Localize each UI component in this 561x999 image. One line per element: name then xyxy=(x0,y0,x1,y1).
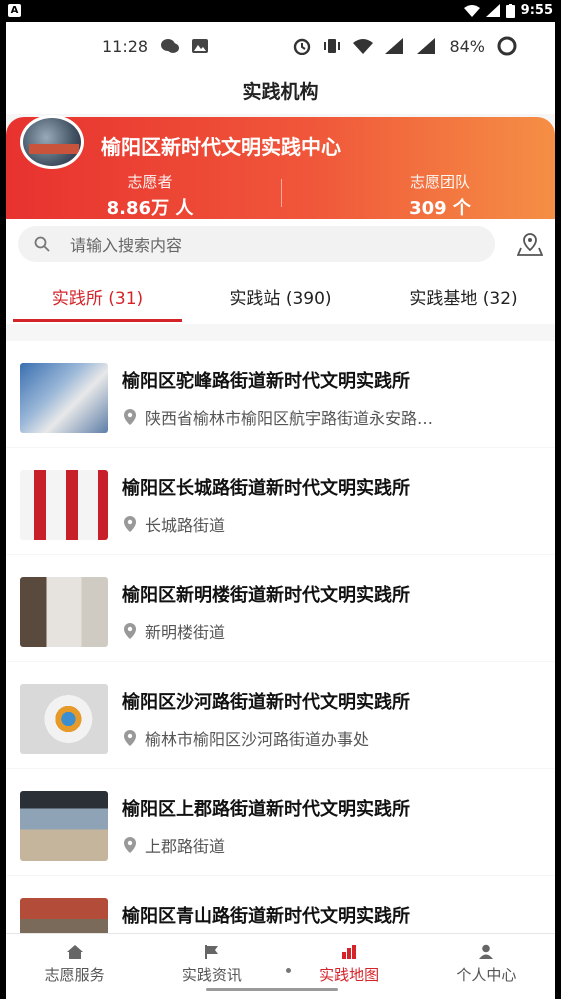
app-notification-icon: A xyxy=(8,4,21,17)
item-thumbnail xyxy=(20,684,108,754)
team-label: 志愿团队 xyxy=(409,173,470,191)
item-address: 陕西省榆林市榆阳区航宇路街道永安路… xyxy=(123,405,433,429)
wifi-icon xyxy=(353,38,374,54)
item-address: 上郡路街道 xyxy=(123,833,225,857)
center-avatar xyxy=(20,115,84,169)
device-clock: 9:55 xyxy=(520,3,553,18)
list-item[interactable]: 榆阳区长城路街道新时代文明实践所 长城路街道 xyxy=(6,448,555,554)
location-pin-icon xyxy=(124,623,136,639)
search-row: 请输入搜索内容 xyxy=(6,219,555,269)
item-thumbnail xyxy=(20,363,108,433)
inner-clock: 11:28 xyxy=(102,36,149,56)
item-address-text: 榆林市榆阳区沙河路街道办事处 xyxy=(145,730,370,749)
signal-5g-icon xyxy=(417,38,436,54)
item-thumbnail xyxy=(20,577,108,647)
battery-percent: 84% xyxy=(449,36,485,56)
app-screen: 11:28 84% 实践机构 榆阳区新时代文明实践中心 志愿者 8.86万 人 … xyxy=(6,22,555,999)
volunteer-stat: 志愿者 8.86万 人 xyxy=(50,171,250,220)
location-pin-icon xyxy=(124,409,136,425)
nav-label: 个人中心 xyxy=(456,966,517,984)
nav-volunteer-service[interactable]: 志愿服务 xyxy=(6,934,143,999)
device-status-bar: A 9:55 xyxy=(0,0,561,22)
item-address: 长城路街道 xyxy=(123,512,225,536)
bottom-nav: 志愿服务 实践资讯 实践地图 个人中心 xyxy=(6,933,555,999)
item-address: 榆林市榆阳区沙河路街道办事处 xyxy=(123,726,369,750)
team-count: 309 个 xyxy=(409,198,471,219)
item-thumbnail xyxy=(20,791,108,861)
stat-divider xyxy=(281,179,282,207)
list-item[interactable]: 榆阳区沙河路街道新时代文明实践所 榆林市榆阳区沙河路街道办事处 xyxy=(6,662,555,768)
image-icon xyxy=(192,39,209,53)
alarm-icon xyxy=(294,38,311,55)
search-icon xyxy=(34,236,50,252)
gesture-bar[interactable] xyxy=(206,988,338,991)
volunteer-count: 8.86万 人 xyxy=(106,198,194,219)
nav-label: 志愿服务 xyxy=(44,966,105,984)
item-address-text: 新明楼街道 xyxy=(145,623,226,642)
location-pin-icon xyxy=(124,837,136,853)
map-location-icon[interactable] xyxy=(517,232,543,256)
item-name: 榆阳区长城路街道新时代文明实践所 xyxy=(122,478,410,499)
battery-icon xyxy=(505,3,515,18)
list-item[interactable]: 榆阳区驼峰路街道新时代文明实践所 陕西省榆林市榆阳区航宇路街道永安路… xyxy=(6,341,555,447)
list-item[interactable]: 榆阳区上郡路街道新时代文明实践所 上郡路街道 xyxy=(6,769,555,875)
nav-label: 实践地图 xyxy=(319,966,380,984)
item-name: 榆阳区新明楼街道新时代文明实践所 xyxy=(122,585,410,606)
item-name: 榆阳区青山路街道新时代文明实践所 xyxy=(122,906,410,927)
nav-personal-center[interactable]: 个人中心 xyxy=(418,934,555,999)
page-indicator-dot xyxy=(286,968,291,973)
item-thumbnail xyxy=(20,470,108,540)
home-icon xyxy=(66,945,83,959)
signal-icon xyxy=(485,4,500,17)
item-address-text: 长城路街道 xyxy=(145,516,226,535)
signal-4g-icon xyxy=(385,38,404,54)
location-pin-icon xyxy=(124,730,136,746)
list-item[interactable]: 榆阳区新明楼街道新时代文明实践所 新明楼街道 xyxy=(6,555,555,661)
page-title: 实践机构 xyxy=(6,70,555,114)
volunteer-label: 志愿者 xyxy=(127,173,173,191)
tab-bar: 实践所 (31) 实践站 (390) 实践基地 (32) xyxy=(6,269,555,324)
tab-practice-office[interactable]: 实践所 (31) xyxy=(6,284,189,309)
item-address: 新明楼街道 xyxy=(123,619,225,643)
inner-status-bar: 11:28 84% xyxy=(6,22,555,70)
nav-label: 实践资讯 xyxy=(181,966,242,984)
search-placeholder: 请输入搜索内容 xyxy=(70,236,183,255)
search-input[interactable]: 请输入搜索内容 xyxy=(18,226,495,262)
center-title: 榆阳区新时代文明实践中心 xyxy=(101,135,341,159)
item-address-text: 陕西省榆林市榆阳区航宇路街道永安路… xyxy=(145,409,434,428)
chart-icon xyxy=(342,945,357,959)
wechat-icon xyxy=(161,39,180,53)
tab-practice-station[interactable]: 实践站 (390) xyxy=(189,284,372,309)
item-name: 榆阳区上郡路街道新时代文明实践所 xyxy=(122,799,410,820)
wifi-icon xyxy=(463,4,480,17)
person-icon xyxy=(479,944,494,959)
center-banner[interactable]: 榆阳区新时代文明实践中心 志愿者 8.86万 人 志愿团队 309 个 xyxy=(6,115,555,220)
institution-list: 榆阳区驼峰路街道新时代文明实践所 陕西省榆林市榆阳区航宇路街道永安路… 榆阳区长… xyxy=(6,341,555,982)
tab-indicator xyxy=(13,319,182,322)
tab-practice-base[interactable]: 实践基地 (32) xyxy=(372,284,555,309)
team-stat: 志愿团队 309 个 xyxy=(340,171,540,220)
item-address-text: 上郡路街道 xyxy=(145,837,226,856)
battery-ring-icon xyxy=(497,36,517,56)
vibrate-icon xyxy=(324,39,341,53)
item-name: 榆阳区驼峰路街道新时代文明实践所 xyxy=(122,371,410,392)
location-pin-icon xyxy=(124,516,136,532)
item-name: 榆阳区沙河路街道新时代文明实践所 xyxy=(122,692,410,713)
flag-icon xyxy=(204,945,218,959)
